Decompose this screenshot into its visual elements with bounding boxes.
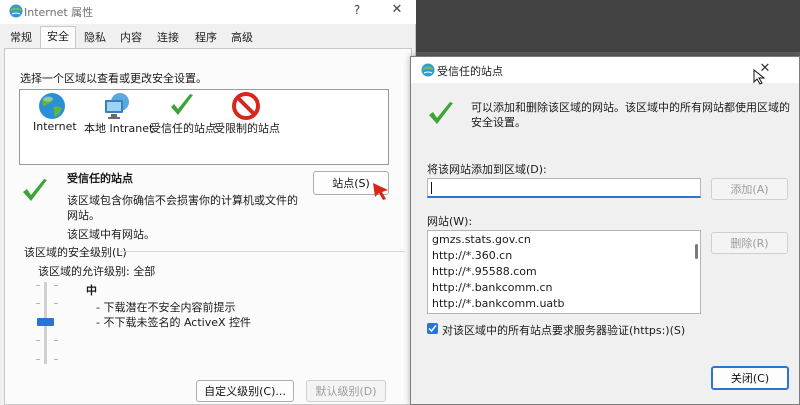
list-item[interactable]: http://*.95588.com [432,265,537,278]
zone-local-intranet[interactable]: 本地 Intranet [84,90,153,166]
default-level-button[interactable]: 默认级别(D) [306,380,386,402]
zone-label: 受信任的站点 [150,122,216,135]
slider-tick [36,340,40,341]
title-bar: Internet 属性 ? ✕ [0,0,416,24]
allowed-levels-text: 该区域的允许级别: 全部 [38,265,156,278]
slider-tick [54,359,58,360]
close-dialog-button[interactable]: 关闭(C) [711,366,789,390]
internet-properties-window: Internet 属性 ? ✕ 常规 安全 隐私 内容 连接 程序 高级 选择一… [0,0,416,405]
background-window [416,0,800,52]
info-text: 可以添加和删除该区域的网站。该区域中的所有网站都使用区域的安全设置。 [471,101,790,129]
zone-prompt: 选择一个区域以查看或更改安全设置。 [20,72,207,85]
green-check-icon [429,102,453,124]
require-https-label[interactable]: 对该区域中的所有站点要求服务器验证(https:)(S) [442,322,685,338]
websites-label: 网站(W): [427,215,473,228]
zone-restricted-sites[interactable]: 受限制的站点 [214,90,280,166]
tab-content[interactable]: 内容 [116,28,146,48]
window-title: Internet 属性 [24,6,94,19]
websites-list[interactable]: gmzs.stats.gov.cn http://*.360.cn http:/… [427,230,701,314]
green-check-icon [23,179,47,201]
slider-tick [54,340,58,341]
internet-options-icon [421,63,435,77]
group-divider [120,251,405,252]
zone-label: 本地 Intranet [84,122,154,135]
add-site-input[interactable] [427,178,701,198]
list-item[interactable]: http://*.bankcomm.uatb [432,297,564,310]
scrollbar-thumb[interactable] [695,244,698,259]
zone-label: 受限制的站点 [214,122,280,135]
add-button[interactable]: 添加(A) [711,178,788,200]
title-bar: 受信任的站点 ✕ [411,57,799,85]
security-level-description: - 不下载未签名的 ActiveX 控件 [96,316,252,329]
require-https-checkbox[interactable] [427,323,438,334]
slider-tick [54,303,58,304]
list-item[interactable]: http://*.bankcomm.cn [432,281,552,294]
no-entry-icon [232,92,260,120]
tab-programs[interactable]: 程序 [190,28,222,48]
tab-security[interactable]: 安全 [40,26,76,48]
websites-scrollbar[interactable] [692,231,700,313]
network-computer-icon [105,93,129,119]
security-level-group-label: 该区域的安全级别(L) [24,246,127,259]
red-arrow-pointer-icon [373,183,388,200]
slider-tick [54,285,58,286]
checkmark-icon [428,325,437,333]
mouse-pointer-icon [753,69,766,85]
trusted-sites-dialog: 受信任的站点 ✕ 可以添加和删除该区域的网站。该区域中的所有网站都使用区域的安全… [410,56,800,405]
remove-button[interactable]: 删除(R) [711,232,788,254]
dialog-title: 受信任的站点 [437,65,503,78]
internet-options-icon [9,4,23,18]
slider-tick [36,303,40,304]
text-caret [431,182,432,194]
custom-level-button[interactable]: 自定义级别(C)... [196,380,294,402]
list-item[interactable]: http://*.360.cn [432,249,512,262]
security-level-slider-thumb[interactable] [37,318,54,326]
list-item[interactable]: gmzs.stats.gov.cn [432,233,531,246]
close-button[interactable]: ✕ [387,2,407,20]
tab-connections[interactable]: 连接 [152,28,184,48]
tab-general[interactable]: 常规 [6,28,36,48]
green-check-icon [171,94,193,115]
security-level-description: - 下载潜在不安全内容前提示 [96,301,236,314]
security-level-name: 中 [86,284,97,297]
selected-zone-description: 该区域包含你确信不会损害你的计算机或文件的网站。 [67,194,298,222]
zone-label: Internet [33,120,77,133]
help-button[interactable]: ? [350,3,364,19]
selected-zone-note: 该区域中有网站。 [67,228,155,241]
slider-tick [36,285,40,286]
zone-trusted-sites[interactable]: 受信任的站点 [150,90,216,166]
selected-zone-name: 受信任的站点 [67,172,133,185]
slider-tick [36,359,40,360]
globe-icon [39,93,65,119]
tab-advanced[interactable]: 高级 [226,28,258,48]
add-site-label: 将该网站添加到区域(D): [427,163,547,176]
tab-privacy[interactable]: 隐私 [80,28,110,48]
zone-list: Internet 本地 Intranet 受信任的站点 受限制的站点 [19,89,389,165]
zone-internet[interactable]: Internet [20,90,80,166]
